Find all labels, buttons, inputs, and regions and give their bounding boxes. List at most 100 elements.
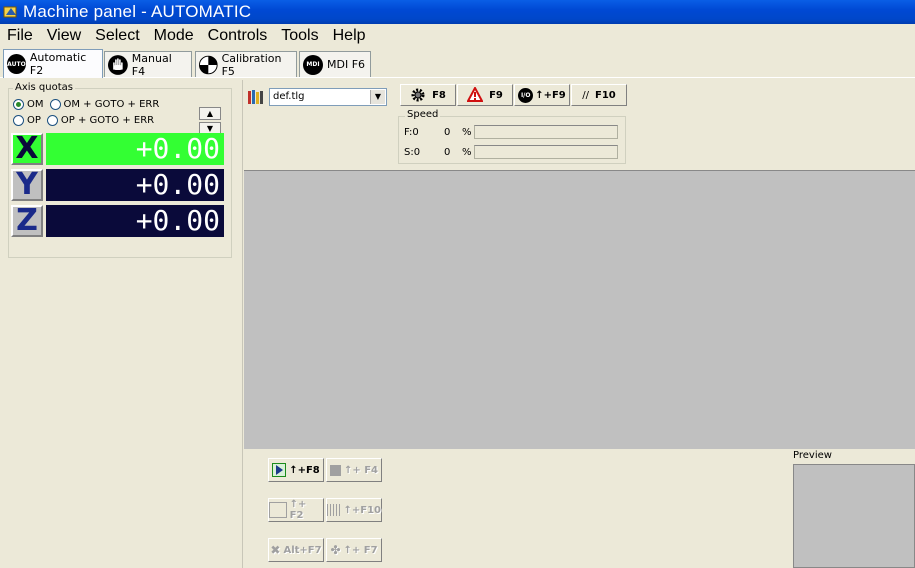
f8-button[interactable]: F8 — [400, 84, 456, 106]
speed-group: Speed F:0 0 % S:0 0 % — [398, 109, 626, 164]
alt-f7-button[interactable]: ✖ Alt+F7 — [268, 538, 324, 562]
mdi-icon: MDI — [303, 54, 323, 75]
bottom-controls: ↑+F8 ↑+ F4 ↑+ F2 ↑+F10 ✖ Alt+F7 ✤ ↑+ F7 … — [244, 449, 915, 568]
spindle-row: S:0 0 % — [404, 145, 618, 159]
axis-x-value: +0.00 — [46, 133, 224, 165]
preview-pane — [793, 464, 915, 568]
button-label: ↑+ F7 — [343, 544, 378, 556]
slashes-icon: // — [582, 89, 589, 101]
radio-om-goto-err[interactable]: OM + GOTO + ERR — [49, 99, 160, 110]
button-label: ↑+F9 — [535, 89, 566, 101]
auto-icon: AUTO — [7, 54, 26, 74]
f9-button[interactable]: F9 — [457, 84, 513, 106]
menu-tools[interactable]: Tools — [274, 25, 325, 47]
points-icon: ✤ — [330, 543, 341, 557]
button-label: Alt+F7 — [283, 544, 322, 556]
spin-up-button[interactable]: ▲ — [199, 107, 221, 120]
tool-library-icon — [248, 90, 263, 104]
tab-label: Calibration F5 — [221, 51, 282, 78]
tab-manual[interactable]: Manual F4 — [104, 51, 192, 78]
spindle-value: 0 — [444, 146, 451, 158]
button-label: F10 — [595, 89, 616, 101]
radio-label: OM + GOTO + ERR — [63, 99, 160, 110]
mode-tabs: AUTO Automatic F2 Manual F4 Calibration … — [0, 49, 915, 78]
io-shift-f9-button[interactable]: I/O ↑+F9 — [514, 84, 570, 106]
target-icon — [199, 55, 218, 74]
radio-label: OM — [27, 99, 44, 110]
spindle-progress-bar — [474, 145, 618, 159]
feed-unit: % — [462, 126, 472, 138]
io-icon: I/O — [518, 87, 534, 103]
tab-label: MDI F6 — [327, 58, 366, 71]
stop-icon — [329, 464, 341, 476]
axis-z-value: +0.00 — [46, 205, 224, 237]
path-icon — [269, 502, 287, 518]
button-label: F9 — [489, 89, 503, 101]
hand-icon — [108, 54, 128, 75]
menu-view[interactable]: View — [40, 25, 88, 47]
axis-row-x: X +0.00 — [11, 133, 224, 165]
warning-icon — [467, 87, 484, 102]
play-icon — [272, 463, 287, 477]
tab-mdi[interactable]: MDI MDI F6 — [299, 51, 371, 77]
chevron-down-icon[interactable]: ▼ — [370, 90, 385, 104]
axis-row-y: Y +0.00 — [11, 169, 224, 201]
speed-label: Speed — [405, 109, 441, 120]
feed-progress-bar — [474, 125, 618, 139]
axis-quotas-group: Axis quotas OM OM + GOTO + ERR OP OP + G… — [8, 82, 232, 258]
top-toolbar: def.tlg ▼ F8 F9 I/O ↑+F9 // F10 Speed F:… — [244, 84, 915, 170]
tools-icon: ✖ — [270, 543, 281, 557]
button-label: ↑+F10 — [343, 504, 381, 516]
window-title: Machine panel - AUTOMATIC — [23, 2, 252, 21]
shift-f10-button[interactable]: ↑+F10 — [326, 498, 382, 522]
file-combo[interactable]: def.tlg ▼ — [269, 88, 387, 106]
button-label: ↑+ F4 — [343, 464, 379, 476]
radio-dot — [13, 115, 24, 126]
radio-label: OP — [27, 115, 41, 126]
title-bar: Machine panel - AUTOMATIC — [0, 0, 915, 24]
menu-mode[interactable]: Mode — [147, 25, 201, 47]
radio-dot — [49, 99, 61, 110]
axis-x-label[interactable]: X — [11, 133, 43, 165]
radio-label: OP + GOTO + ERR — [60, 115, 155, 126]
spindle-unit: % — [462, 146, 472, 158]
stop-shift-f4-button[interactable]: ↑+ F4 — [326, 458, 382, 482]
menu-file[interactable]: File — [0, 25, 40, 47]
tab-automatic[interactable]: AUTO Automatic F2 — [3, 49, 103, 78]
radio-op[interactable]: OP — [13, 115, 41, 126]
shift-f2-button[interactable]: ↑+ F2 — [268, 498, 324, 522]
button-label: F8 — [432, 89, 446, 101]
axis-y-value: +0.00 — [46, 169, 224, 201]
f10-button[interactable]: // F10 — [571, 84, 627, 106]
menu-controls[interactable]: Controls — [201, 25, 275, 47]
button-label: ↑+ F2 — [289, 499, 307, 521]
radio-om[interactable]: OM — [13, 99, 44, 110]
tab-label: Manual F4 — [131, 51, 172, 78]
shift-f7-button[interactable]: ✤ ↑+ F7 — [326, 538, 382, 562]
axis-row-z: Z +0.00 — [11, 205, 224, 237]
radio-dot — [46, 115, 58, 126]
button-label: ↑+F8 — [289, 464, 320, 476]
feed-row: F:0 0 % — [404, 125, 618, 139]
axis-quotas-label: Axis quotas — [13, 82, 75, 93]
menu-select[interactable]: Select — [88, 25, 146, 47]
tab-label: Automatic F2 — [29, 51, 87, 77]
axis-panel: Axis quotas OM OM + GOTO + ERR OP OP + G… — [6, 80, 243, 568]
work-area[interactable] — [244, 170, 915, 449]
menu-help[interactable]: Help — [326, 25, 373, 47]
file-combo-value: def.tlg — [273, 91, 305, 102]
feed-value: 0 — [444, 126, 451, 138]
menu-bar: File View Select Mode Controls Tools Hel… — [0, 24, 915, 48]
radio-op-goto-err[interactable]: OP + GOTO + ERR — [46, 115, 155, 126]
app-icon — [3, 6, 17, 18]
radio-row-op: OP OP + GOTO + ERR — [13, 115, 160, 126]
axis-z-label[interactable]: Z — [11, 205, 43, 237]
axis-y-label[interactable]: Y — [11, 169, 43, 201]
run-shift-f8-button[interactable]: ↑+F8 — [268, 458, 324, 482]
spindle-label: S:0 — [404, 146, 421, 158]
preview-label: Preview — [793, 450, 832, 461]
gear-icon — [411, 88, 425, 102]
feed-label: F:0 — [404, 126, 419, 138]
radio-dot — [13, 99, 24, 110]
tab-calibration[interactable]: Calibration F5 — [195, 51, 297, 78]
